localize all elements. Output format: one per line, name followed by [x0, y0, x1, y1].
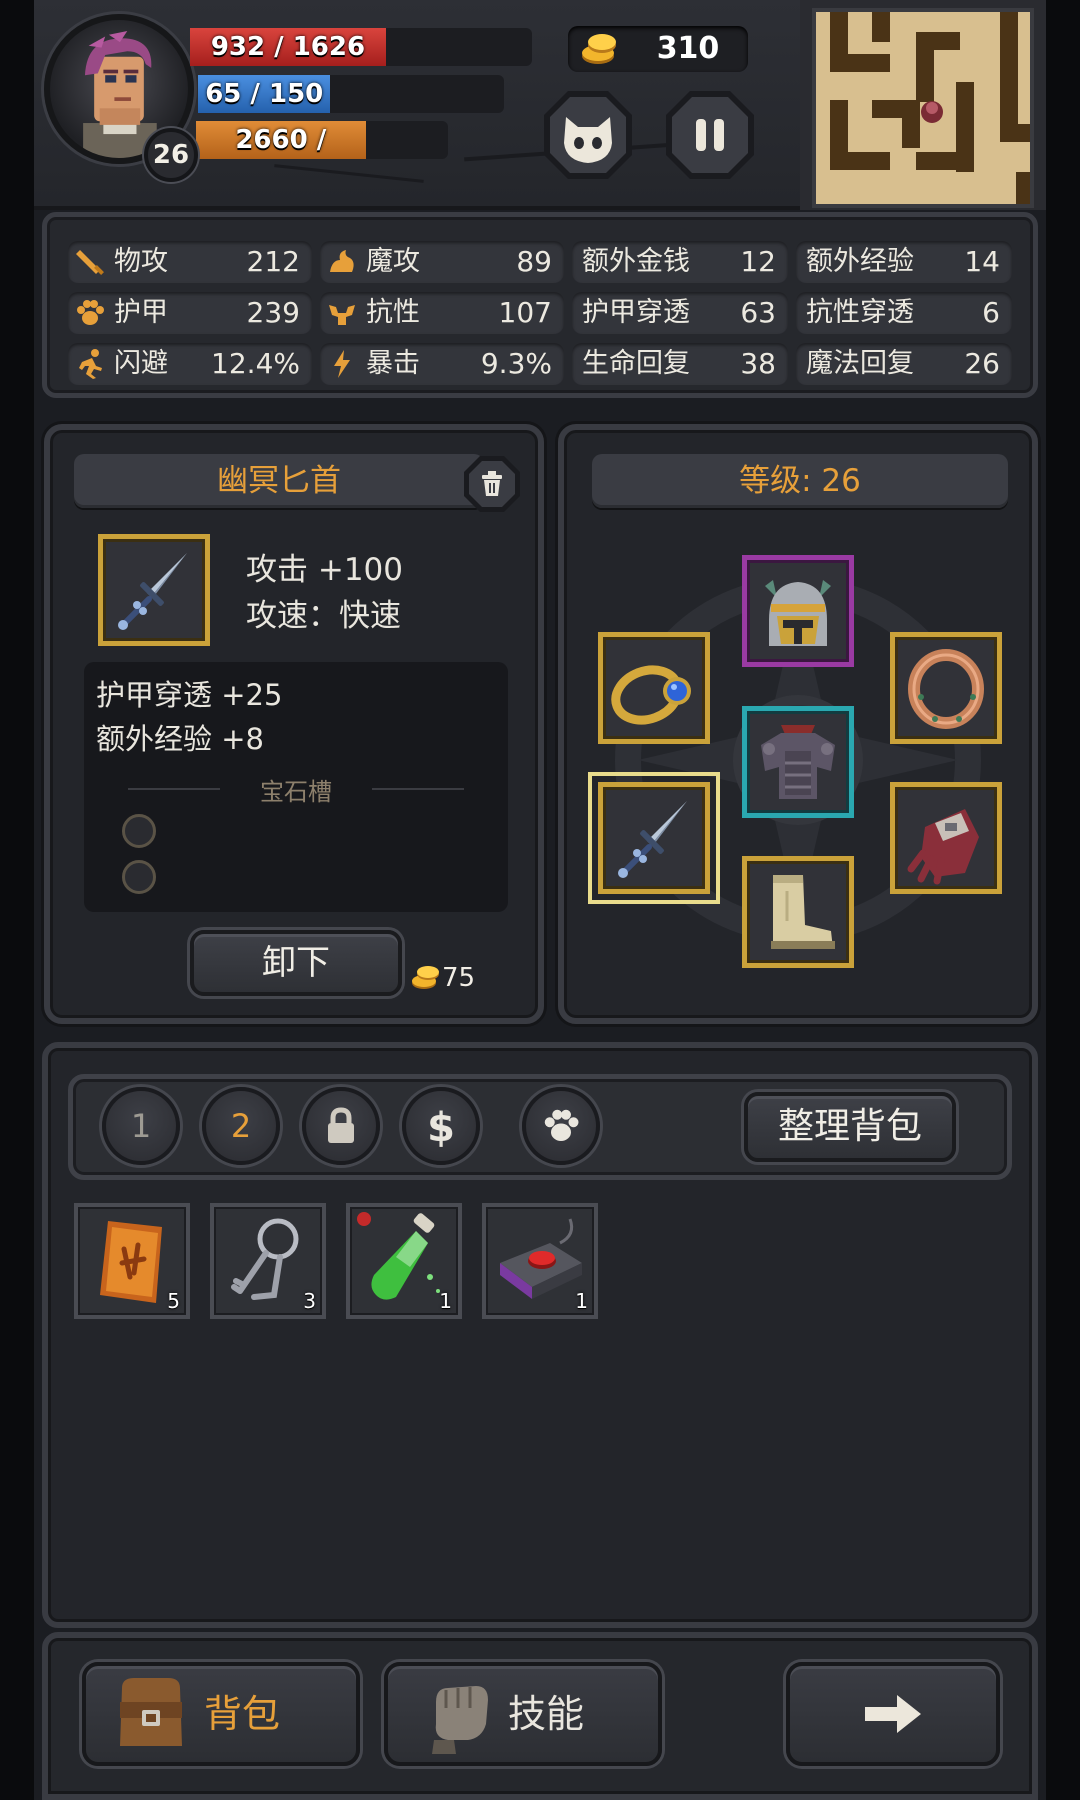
stat-hp-regen: 生命回复 38	[572, 343, 788, 385]
pause-button[interactable]	[662, 87, 758, 183]
dagger-icon	[118, 553, 187, 630]
copper-ring-icon	[908, 649, 984, 729]
helmet-slot[interactable]	[742, 555, 854, 667]
affix-line: 护甲穿透 +25	[96, 678, 283, 712]
item-count: 3	[303, 1289, 316, 1313]
bestiary-button[interactable]	[540, 87, 636, 183]
lock-icon	[328, 1107, 354, 1143]
skills-button[interactable]: 技能	[384, 1662, 662, 1766]
hero-level-badge: 26	[144, 128, 198, 182]
mana-bar: 65 / 150	[198, 75, 504, 113]
gold-coin-icon	[412, 966, 439, 989]
locked-tab[interactable]	[302, 1087, 380, 1165]
sapphire-ring-icon	[611, 665, 691, 725]
gloves-slot[interactable]	[890, 782, 1002, 894]
armor-slot[interactable]	[742, 706, 854, 818]
equipment-level-title: 等级: 26	[592, 454, 1008, 508]
gauntlet-icon	[907, 809, 979, 885]
maze-map-icon	[830, 12, 1030, 204]
ring-slot-right[interactable]	[890, 632, 1002, 744]
experience-bar: 2660 / 3952	[196, 121, 448, 159]
gem-slot-header: 宝石槽	[84, 772, 508, 807]
sort-inventory-button[interactable]: 整理背包	[744, 1092, 956, 1162]
health-text: 932 / 1626	[210, 32, 366, 62]
paw-icon	[77, 300, 104, 325]
horned-helmet-icon	[765, 580, 831, 646]
magic-icon	[330, 250, 354, 272]
item-count: 1	[439, 1289, 452, 1313]
pet-tab[interactable]	[522, 1087, 600, 1165]
paw-icon	[544, 1109, 579, 1141]
gold-amount: 310	[656, 31, 720, 66]
sword-icon	[76, 250, 104, 275]
item-attack-stat: 攻击 +100	[246, 552, 403, 588]
skills-label: 技能	[508, 1692, 585, 1736]
stat-dodge: 闪避 12.4%	[68, 343, 312, 385]
item-count: 5	[167, 1289, 180, 1313]
sell-price-value: 75	[442, 963, 476, 993]
boots-icon	[771, 875, 835, 949]
experience-text: 2660 / 3952	[235, 125, 327, 155]
weapon-slot[interactable]	[588, 772, 720, 904]
dollar-icon: $	[427, 1105, 455, 1148]
ring-slot-left[interactable]	[598, 632, 710, 744]
fist-icon	[432, 1686, 488, 1754]
bag-label: 背包	[204, 1692, 281, 1736]
stat-armor: 护甲 239	[68, 292, 312, 334]
dagger-icon	[618, 801, 687, 878]
item-name-title: 幽冥匕首	[74, 454, 484, 508]
inventory-item[interactable]: 3	[210, 1203, 326, 1319]
svg-text:$: $	[427, 1105, 455, 1148]
stat-armor-penetration: 护甲穿透 63	[572, 292, 788, 334]
discard-item-button[interactable]	[462, 454, 522, 514]
game-screen: 932 / 1626 65 / 150 2660 / 3952 26 310	[0, 0, 1080, 1800]
mana-text: 65 / 150	[205, 79, 324, 109]
minimap[interactable]	[800, 0, 1046, 210]
arrow-right-icon	[865, 1695, 921, 1733]
bag-button[interactable]: 背包	[82, 1662, 360, 1766]
gold-coin-icon	[582, 34, 616, 64]
next-button[interactable]	[786, 1662, 1000, 1766]
inventory-item[interactable]: 1	[346, 1203, 462, 1319]
stat-critical: 暴击 9.3%	[320, 343, 564, 385]
item-affix-box: 护甲穿透 +25 额外经验 +8 宝石槽	[84, 662, 508, 912]
sell-tab[interactable]: $	[402, 1087, 480, 1165]
chest-armor-icon	[761, 725, 835, 799]
inventory-page-tab-2[interactable]: 2	[202, 1087, 280, 1165]
inventory-item[interactable]: 5	[74, 1203, 190, 1319]
run-icon	[79, 349, 102, 379]
lightning-icon	[334, 350, 350, 378]
stat-extra-exp: 额外经验 14	[796, 241, 1012, 283]
muscle-icon	[329, 305, 355, 325]
item-attack-speed: 攻速：快速	[246, 598, 401, 634]
health-bar: 932 / 1626	[190, 28, 532, 66]
stat-resistance: 抗性 107	[320, 292, 564, 334]
unequip-button[interactable]: 卸下	[190, 930, 402, 996]
stat-extra-gold: 额外金钱 12	[572, 241, 788, 283]
gem-socket[interactable]	[122, 814, 156, 848]
item-count: 1	[575, 1289, 588, 1313]
boots-slot[interactable]	[742, 856, 854, 968]
selected-item-slot	[98, 534, 210, 646]
stat-mp-regen: 魔法回复 26	[796, 343, 1012, 385]
gold-counter: 310	[568, 26, 748, 72]
backpack-icon	[120, 1678, 182, 1746]
stat-magic-attack: 魔攻 89	[320, 241, 564, 283]
stat-resistance-penetration: 抗性穿透 6	[796, 292, 1012, 334]
gem-socket[interactable]	[122, 860, 156, 894]
inventory-page-tab-1[interactable]: 1	[102, 1087, 180, 1165]
inventory-item[interactable]: 1	[482, 1203, 598, 1319]
affix-line: 额外经验 +8	[96, 722, 264, 756]
stat-physical-attack: 物攻 212	[68, 241, 312, 283]
